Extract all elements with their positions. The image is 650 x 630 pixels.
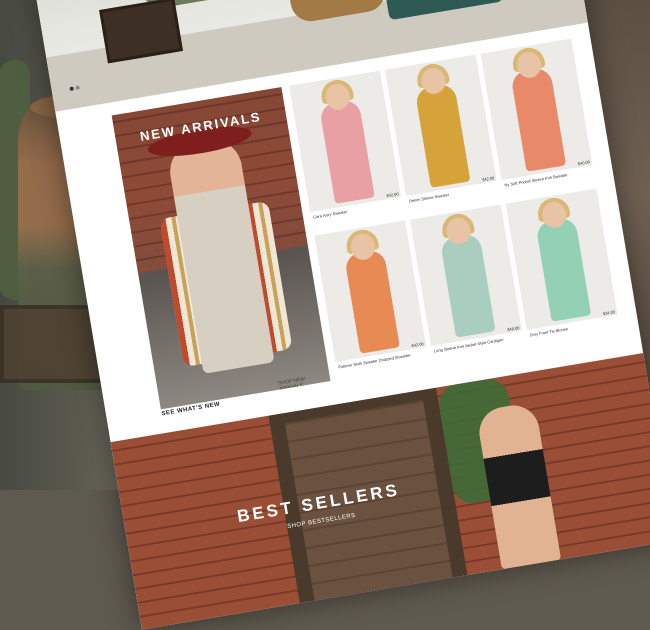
product-card[interactable]: $42.00 Pullover Multi Sweater Dropped Sh… <box>314 220 428 376</box>
product-garment <box>510 66 567 172</box>
website-page: NEW ARRIVALS SHOP NEW ARRIVALS SEE WHAT'… <box>21 0 650 630</box>
product-garment <box>439 232 496 338</box>
product-image[interactable] <box>384 54 497 197</box>
shop-new-arrivals-link[interactable]: SHOP NEW ARRIVALS <box>278 372 331 392</box>
new-arrivals-section: NEW ARRIVALS SHOP NEW ARRIVALS SEE WHAT'… <box>111 38 627 421</box>
product-grid: $42.00 Cara Ivory Sweater $42.00 Denim S… <box>289 38 624 380</box>
product-image[interactable] <box>289 70 402 213</box>
product-card[interactable]: $48.00 Long Sleeve Knit Jacket Style Car… <box>409 204 524 360</box>
product-image[interactable] <box>409 204 522 346</box>
product-garment <box>343 248 400 354</box>
product-image[interactable] <box>505 188 618 330</box>
product-garment <box>414 82 471 188</box>
product-garment <box>535 216 592 322</box>
product-card[interactable]: $40.00 Ny Soft Pocket Sleeve Knit Sweate… <box>480 38 595 194</box>
product-image[interactable] <box>480 38 593 181</box>
product-image[interactable] <box>314 220 427 362</box>
product-card[interactable]: $42.00 Cara Ivory Sweater <box>289 70 403 226</box>
product-card[interactable]: $42.00 Denim Sleeve Sweater <box>384 54 499 210</box>
product-garment <box>318 98 375 204</box>
product-card[interactable]: $34.00 Dory Front Tie Blouse <box>505 188 620 344</box>
best-sellers-model <box>475 401 562 570</box>
